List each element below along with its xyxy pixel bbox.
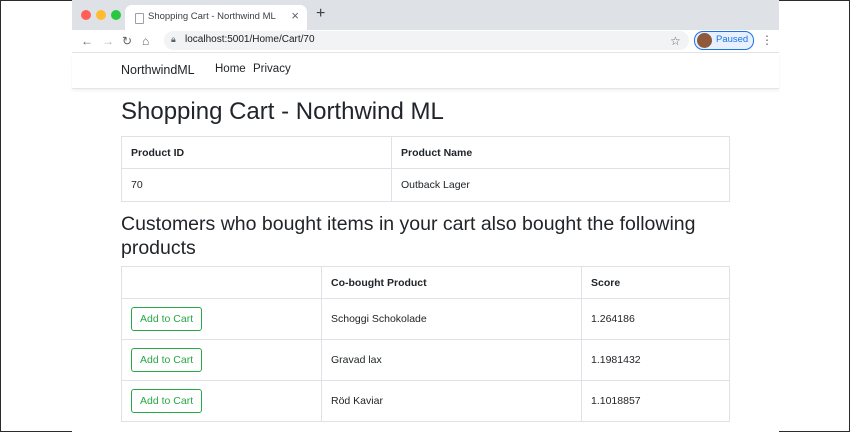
score-cell: 1.1018857 [581, 380, 730, 422]
tab-title: Shopping Cart - Northwind ML [148, 11, 276, 22]
product-cell: Schoggi Schokolade [321, 298, 582, 340]
recommendations-table: Co-bought Product Score Add to Cart Scho… [121, 266, 730, 422]
cart-table: Product ID Product Name 70 Outback Lager [121, 136, 730, 202]
close-window-button[interactable] [81, 10, 91, 20]
product-cell: Gravad lax [321, 339, 582, 381]
browser-tab[interactable]: Shopping Cart - Northwind ML × [125, 5, 307, 30]
menu-icon[interactable]: ⋮ [761, 33, 773, 47]
table-row: 70 Outback Lager [121, 168, 730, 202]
product-name-cell: Outback Lager [391, 168, 730, 202]
tab-strip: Shopping Cart - Northwind ML × + [72, 0, 779, 30]
profile-button[interactable]: Paused [694, 31, 754, 50]
add-to-cart-button[interactable]: Add to Cart [131, 307, 203, 331]
page-title: Shopping Cart - Northwind ML [121, 98, 444, 125]
product-cell: Röd Kaviar [321, 380, 582, 422]
action-cell: Add to Cart [121, 339, 322, 381]
back-icon[interactable]: ← [81, 33, 93, 49]
column-header-action [121, 266, 322, 299]
column-header-co-bought-product: Co-bought Product [321, 266, 582, 299]
table-header-row: Co-bought Product Score [121, 266, 730, 299]
maximize-window-button[interactable] [111, 10, 121, 20]
browser-toolbar: ← → ↻ ⌂ 🔒︎ localhost:5001/Home/Cart/70 ☆ [72, 30, 779, 53]
tab-close-icon[interactable]: × [291, 8, 299, 24]
table-row: Add to Cart Schoggi Schokolade 1.264186 [121, 298, 730, 340]
site-navbar: NorthwindML Home Privacy [72, 53, 779, 89]
reload-icon[interactable]: ↻ [122, 33, 132, 49]
add-to-cart-button[interactable]: Add to Cart [131, 348, 203, 372]
score-cell: 1.264186 [581, 298, 730, 340]
url-text[interactable]: localhost:5001/Home/Cart/70 [185, 34, 315, 45]
nav-link-home[interactable]: Home [215, 63, 246, 75]
profile-status: Paused [716, 34, 749, 45]
recommendations-title: Customers who bought items in your cart … [121, 213, 696, 259]
product-id-cell: 70 [121, 168, 392, 202]
action-cell: Add to Cart [121, 298, 322, 340]
column-header-product-id: Product ID [121, 136, 392, 169]
avatar [697, 33, 712, 48]
address-bar[interactable]: 🔒︎ localhost:5001/Home/Cart/70 [164, 31, 689, 50]
score-cell: 1.1981432 [581, 339, 730, 381]
table-header-row: Product ID Product Name [121, 136, 730, 169]
page-icon [135, 13, 144, 24]
new-tab-icon[interactable]: + [316, 5, 325, 23]
column-header-product-name: Product Name [391, 136, 730, 169]
column-header-score: Score [581, 266, 730, 299]
add-to-cart-button[interactable]: Add to Cart [131, 389, 203, 413]
table-row: Add to Cart Röd Kaviar 1.1018857 [121, 380, 730, 422]
forward-icon[interactable]: → [102, 33, 114, 49]
minimize-window-button[interactable] [96, 10, 106, 20]
nav-link-privacy[interactable]: Privacy [253, 63, 291, 75]
table-row: Add to Cart Gravad lax 1.1981432 [121, 339, 730, 381]
brand-link[interactable]: NorthwindML [121, 63, 195, 77]
lock-icon[interactable]: 🔒︎ [171, 34, 176, 45]
home-icon[interactable]: ⌂ [142, 33, 149, 49]
star-icon[interactable]: ☆ [670, 33, 681, 49]
action-cell: Add to Cart [121, 380, 322, 422]
browser-window: Shopping Cart - Northwind ML × + ← → ↻ ⌂… [72, 0, 779, 432]
